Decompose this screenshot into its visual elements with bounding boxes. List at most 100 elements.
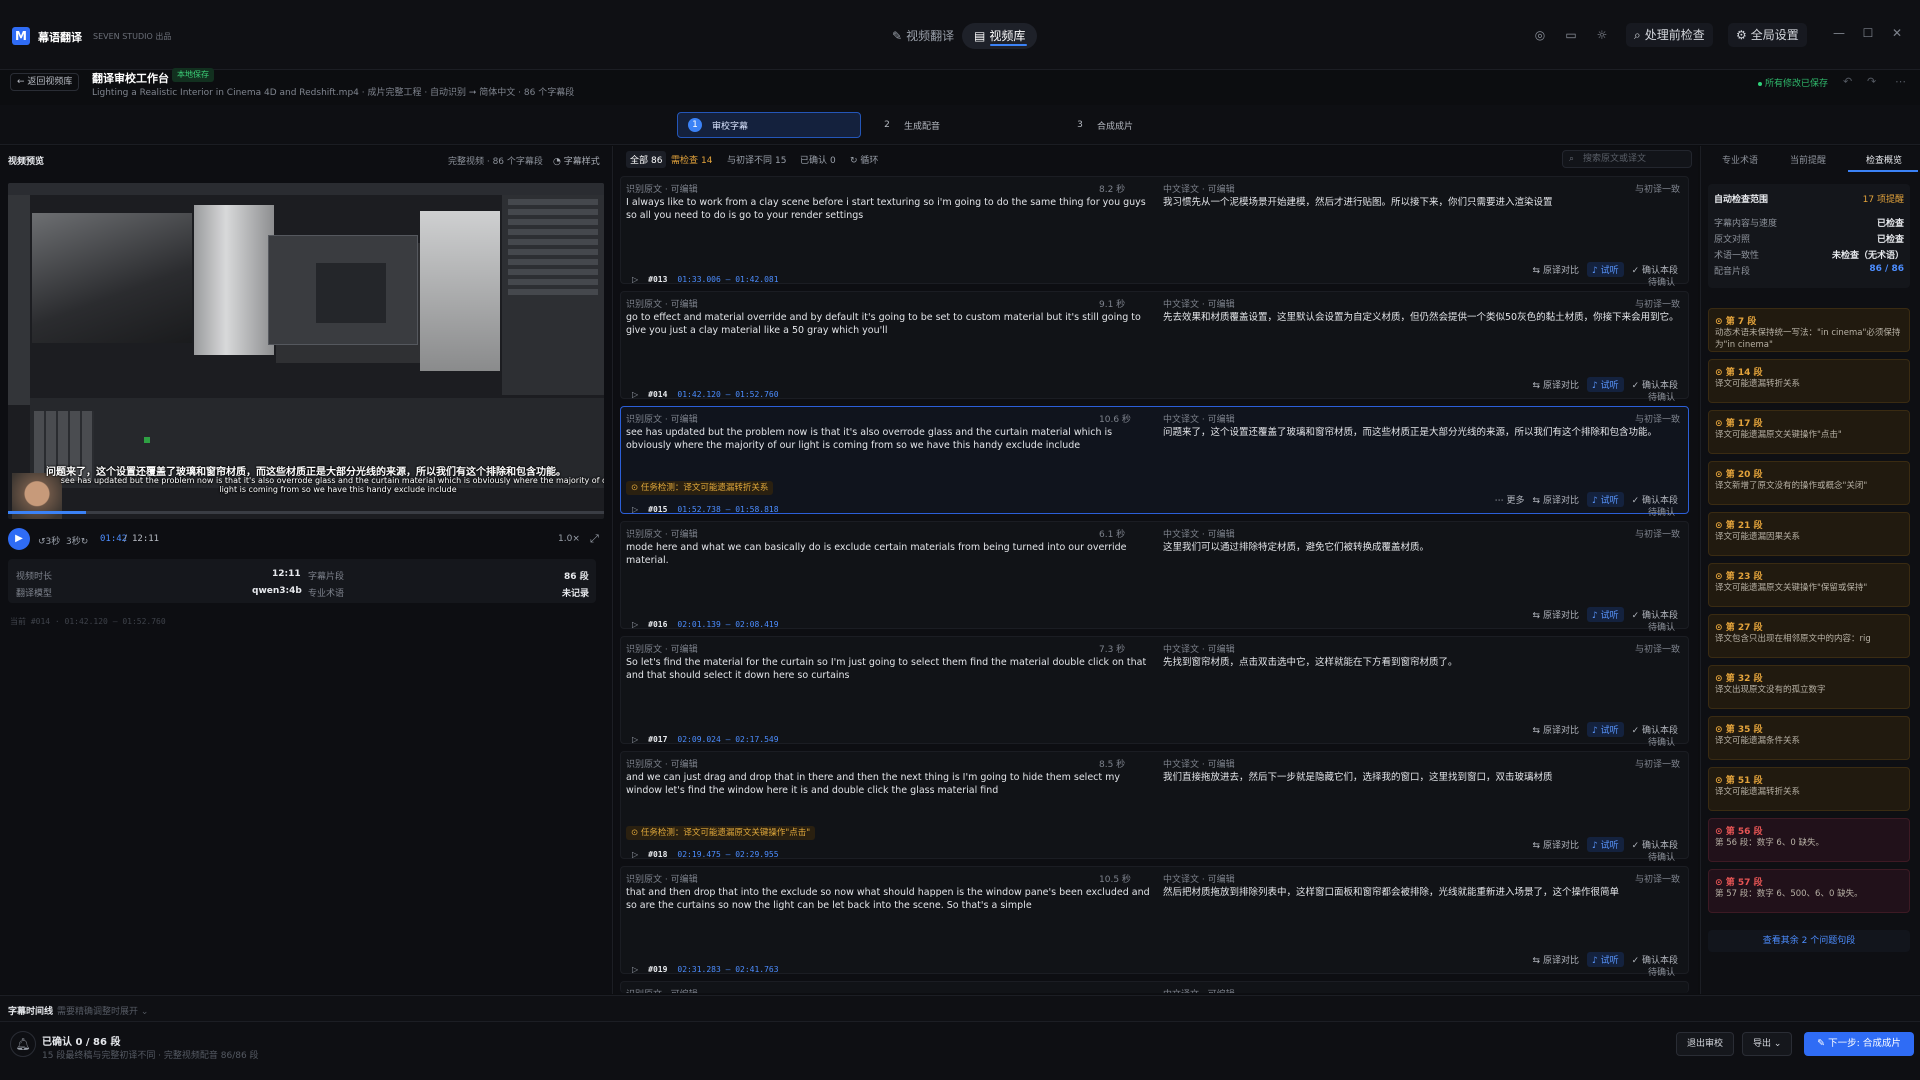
filter-tab[interactable]: 已确认 0: [800, 153, 836, 166]
search-input[interactable]: ⌕ 搜索原文或译文: [1562, 150, 1692, 168]
compare-icon: ⇆: [1532, 841, 1543, 851]
translation-text[interactable]: 问题来了，这个设置还覆盖了玻璃和窗帘材质，而这些材质正是大部分光线的来源，所以我…: [1163, 426, 1683, 439]
forward-3s-button[interactable]: 3秒↻: [66, 534, 88, 547]
timeline-hint[interactable]: 需要精确调整时展开 ⌄: [57, 1004, 148, 1017]
translation-text[interactable]: 我习惯先从一个泥模场景开始建模，然后才进行贴图。所以接下来，你们只需要进入渲染设…: [1163, 196, 1683, 209]
undo-icon[interactable]: ↶: [1843, 75, 1852, 88]
export-button[interactable]: 导出 ⌄: [1742, 1032, 1793, 1056]
source-text[interactable]: that and then drop that into the exclude…: [626, 886, 1156, 912]
segment-time: 01:42.120 – 01:52.760: [677, 390, 779, 399]
translation-text[interactable]: 我们直接拖放进去，然后下一步就是隐藏它们，选择我的窗口，这里找到窗口，双击玻璃材…: [1163, 771, 1683, 784]
issue-card[interactable]: ⊙ 第 32 段译文出现原文没有的孤立数字: [1708, 665, 1910, 709]
issue-card[interactable]: ⊙ 第 23 段译文可能遗漏原文关键操作"保留或保持": [1708, 563, 1910, 607]
precheck-button[interactable]: ⌕ 处理前检查: [1626, 23, 1713, 47]
play-segment-icon[interactable]: ▷: [632, 850, 638, 859]
segment-card[interactable]: 识别原文 · 可编辑 中文译文 · 可编辑: [620, 981, 1689, 993]
translation-text[interactable]: 先找到窗帘材质，点击双击选中它，这样就能在下方看到窗帘材质了。: [1163, 656, 1683, 669]
maximize-icon[interactable]: ☐: [1861, 26, 1875, 40]
playback-speed[interactable]: 1.0×: [558, 534, 580, 544]
listen-button[interactable]: ♪ 试听: [1586, 837, 1624, 852]
segment-card[interactable]: 识别原文 · 可编辑 8.5 秒 中文译文 · 可编辑 与初译一致 and we can…: [620, 751, 1689, 859]
listen-button[interactable]: ♪ 试听: [1586, 607, 1624, 622]
compare-button[interactable]: ⇆ 原译对比: [1533, 263, 1579, 276]
target-icon[interactable]: ◎: [1533, 28, 1547, 42]
theme-icon[interactable]: ☼: [1595, 28, 1609, 42]
segment-card[interactable]: 识别原文 · 可编辑 7.3 秒 中文译文 · 可编辑 与初译一致 So let's f…: [620, 636, 1689, 744]
filter-tab[interactable]: 全部 86: [626, 151, 667, 168]
issue-card[interactable]: ⊙ 第 7 段动态术语未保持统一写法："in cinema"必须保持为"in c…: [1708, 308, 1910, 352]
tab-terminology[interactable]: 专业术语: [1722, 153, 1758, 166]
compare-button[interactable]: ⇆ 原译对比: [1533, 608, 1579, 621]
compare-button[interactable]: ⇆ 原译对比: [1533, 723, 1579, 736]
issue-card[interactable]: ⊙ 第 56 段第 56 段：数字 6、0 缺失。: [1708, 818, 1910, 862]
step-generate-dubbing[interactable]: 2 生成配音: [870, 112, 1054, 138]
filter-tab[interactable]: 与初译不同 15: [727, 153, 786, 166]
filter-tab[interactable]: 需检查 14: [671, 153, 712, 166]
source-text[interactable]: see has updated but the problem now is t…: [626, 426, 1156, 452]
warning-text: 任务检测：译文可能遗漏转折关系: [640, 483, 769, 493]
issue-card[interactable]: ⊙ 第 27 段译文包含只出现在相邻原文中的内容：rig: [1708, 614, 1910, 658]
segment-card[interactable]: 识别原文 · 可编辑 10.5 秒 中文译文 · 可编辑 与初译一致 that and …: [620, 866, 1689, 974]
play-segment-icon[interactable]: ▷: [632, 275, 638, 284]
more-button[interactable]: ⋯ 更多: [1495, 493, 1525, 506]
listen-button[interactable]: ♪ 试听: [1586, 262, 1624, 277]
issue-card[interactable]: ⊙ 第 20 段译文新增了原文没有的操作或概念"关闭": [1708, 461, 1910, 505]
issue-card[interactable]: ⊙ 第 21 段译文可能遗漏因果关系: [1708, 512, 1910, 556]
play-segment-icon[interactable]: ▷: [632, 505, 638, 514]
segment-card[interactable]: 识别原文 · 可编辑 10.6 秒 中文译文 · 可编辑 与初译一致 see has u…: [620, 406, 1689, 514]
next-step-button[interactable]: ✎ 下一步: 合成成片: [1804, 1032, 1914, 1056]
compare-button[interactable]: ⇆ 原译对比: [1533, 493, 1579, 506]
play-button[interactable]: ▶: [8, 528, 30, 550]
back-to-library-button[interactable]: ← 返回视频库: [10, 73, 80, 91]
listen-button[interactable]: ♪ 试听: [1586, 952, 1624, 967]
issue-card[interactable]: ⊙ 第 57 段第 57 段：数字 6、500、6、0 缺失。: [1708, 869, 1910, 913]
issue-card[interactable]: ⊙ 第 14 段译文可能遗漏转折关系: [1708, 359, 1910, 403]
play-segment-icon[interactable]: ▷: [632, 390, 638, 399]
compare-button[interactable]: ⇆ 原译对比: [1533, 953, 1579, 966]
segment-card[interactable]: 识别原文 · 可编辑 9.1 秒 中文译文 · 可编辑 与初译一致 go to effe…: [620, 291, 1689, 399]
video-progress-bar[interactable]: [8, 511, 604, 514]
video-player[interactable]: 问题来了，这个设置还覆盖了玻璃和窗帘材质，而这些材质正是大部分光线的来源，所以我…: [8, 183, 604, 519]
close-icon[interactable]: ✕: [1890, 26, 1904, 40]
subtitle-icon[interactable]: ▭: [1564, 28, 1578, 42]
global-settings-button[interactable]: ⚙ 全局设置: [1728, 23, 1807, 47]
subtitle-style-button[interactable]: ◔ 字幕样式: [553, 154, 600, 167]
translation-text[interactable]: 然后把材质拖放到排除列表中，这样窗口面板和窗帘都会被排除，光线就能重新进入场景了…: [1163, 886, 1683, 899]
more-icon[interactable]: ⋯: [1895, 75, 1906, 88]
listen-button[interactable]: ♪ 试听: [1586, 377, 1624, 392]
redo-icon[interactable]: ↷: [1867, 75, 1876, 88]
segment-card[interactable]: 识别原文 · 可编辑 6.1 秒 中文译文 · 可编辑 与初译一致 mode here …: [620, 521, 1689, 629]
issue-card[interactable]: ⊙ 第 35 段译文可能遗漏条件关系: [1708, 716, 1910, 760]
tab-video-translate[interactable]: ✎ 视频翻译: [880, 23, 966, 49]
segment-card[interactable]: 识别原文 · 可编辑 8.2 秒 中文译文 · 可编辑 与初译一致 I always l…: [620, 176, 1689, 284]
fullscreen-icon[interactable]: ⤢: [590, 532, 599, 546]
rewind-3s-button[interactable]: ↺3秒: [38, 534, 60, 547]
issue-card[interactable]: ⊙ 第 17 段译文可能遗漏原文关键操作"点击": [1708, 410, 1910, 454]
tab-check-overview[interactable]: 检查概览: [1866, 153, 1902, 166]
step-compose-video[interactable]: 3 合成成片: [1063, 112, 1247, 138]
bell-icon[interactable]: 🔔︎: [10, 1031, 36, 1057]
play-segment-icon[interactable]: ▷: [632, 735, 638, 744]
source-text[interactable]: I always like to work from a clay scene …: [626, 196, 1156, 222]
view-more-issues-button[interactable]: 查看其余 2 个问题句段: [1708, 930, 1910, 952]
source-text[interactable]: go to effect and material override and b…: [626, 311, 1156, 337]
listen-button[interactable]: ♪ 试听: [1586, 722, 1624, 737]
translation-text[interactable]: 这里我们可以通过排除特定材质，避免它们被转换成覆盖材质。: [1163, 541, 1683, 554]
exit-review-button[interactable]: 退出审校: [1676, 1032, 1735, 1056]
play-segment-icon[interactable]: ▷: [632, 620, 638, 629]
compare-button[interactable]: ⇆ 原译对比: [1533, 838, 1579, 851]
filter-tab[interactable]: ↻ 循环: [850, 153, 881, 166]
segment-header: ▷ #019 02:31.283 – 02:41.763: [632, 965, 779, 974]
compare-button[interactable]: ⇆ 原译对比: [1533, 378, 1579, 391]
tab-video-library[interactable]: ▤ 视频库: [962, 23, 1038, 49]
source-text[interactable]: So let's find the material for the curta…: [626, 656, 1156, 682]
minimize-icon[interactable]: —: [1832, 26, 1846, 40]
step-review-subtitles[interactable]: 1 审校字幕: [677, 112, 861, 138]
translation-text[interactable]: 先去效果和材质覆盖设置，这里默认会设置为自定义材质，但仍然会提供一个类似50灰色…: [1163, 311, 1683, 324]
issue-card[interactable]: ⊙ 第 51 段译文可能遗漏转折关系: [1708, 767, 1910, 811]
source-text[interactable]: and we can just drag and drop that in th…: [626, 771, 1156, 797]
source-text[interactable]: mode here and what we can basically do i…: [626, 541, 1156, 567]
tab-current-alerts[interactable]: 当前提醒: [1790, 153, 1826, 166]
play-segment-icon[interactable]: ▷: [632, 965, 638, 974]
listen-button[interactable]: ♪ 试听: [1586, 492, 1624, 507]
